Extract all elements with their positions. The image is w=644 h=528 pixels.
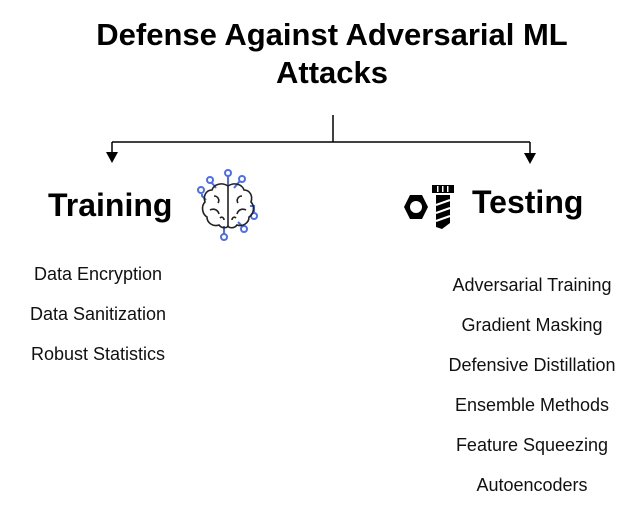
testing-heading: Testing [472, 184, 584, 220]
list-item: Adversarial Training [452, 275, 612, 295]
left-arrowhead [106, 152, 118, 163]
right-arrowhead [524, 153, 536, 164]
list-item: Feature Squeezing [455, 435, 609, 455]
list-item: Autoencoders [476, 475, 588, 495]
training-heading: Training [48, 187, 173, 223]
nut-bolt-icon [404, 185, 454, 229]
list-item: Gradient Masking [461, 315, 603, 335]
brain-circuit-icon [197, 169, 258, 241]
testing-items: Adversarial Training Gradient Masking De… [432, 275, 632, 515]
training-items: Data Encryption Data Sanitization Robust… [18, 264, 178, 384]
list-item: Robust Statistics [30, 344, 166, 364]
list-item: Data Encryption [33, 264, 163, 284]
list-item: Ensemble Methods [454, 395, 610, 415]
list-item: Defensive Distillation [448, 355, 616, 375]
list-item: Data Sanitization [29, 304, 167, 324]
